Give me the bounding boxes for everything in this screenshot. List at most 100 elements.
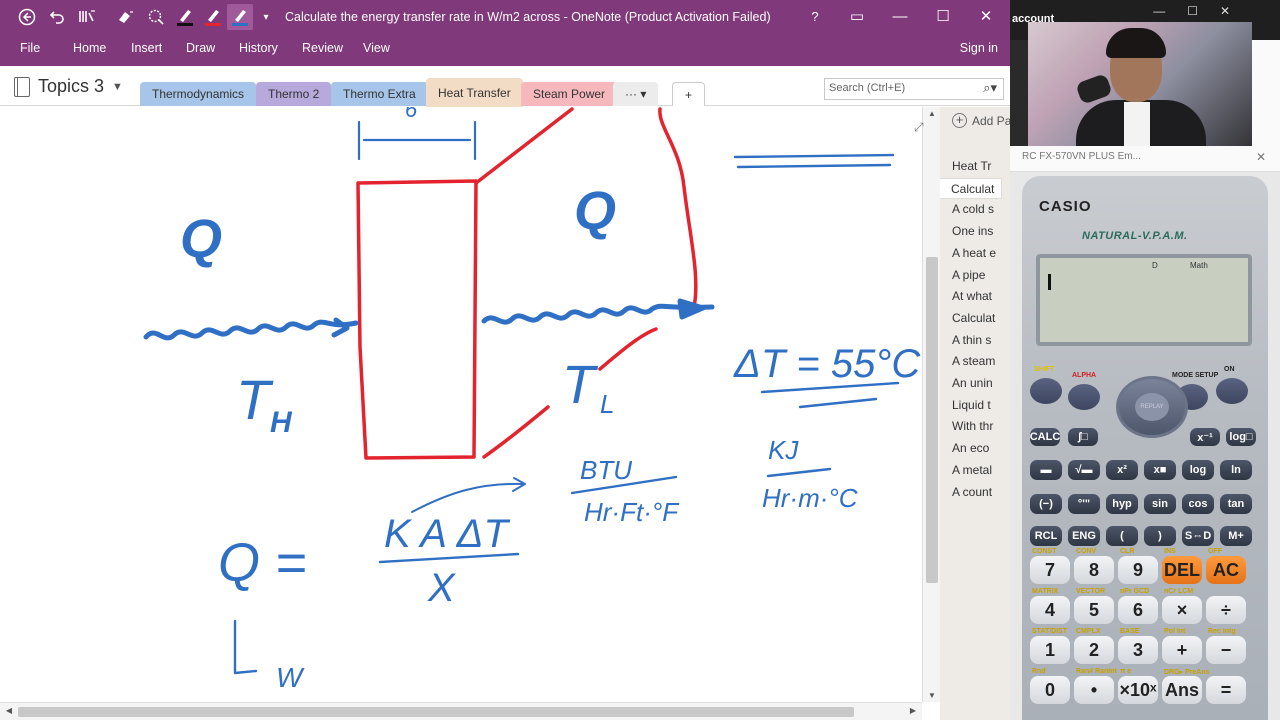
page-item[interactable]: An eco: [940, 438, 1010, 459]
page-item[interactable]: One ins: [940, 221, 1010, 242]
vertical-scroll-thumb[interactable]: [926, 257, 938, 583]
calc-fn-key[interactable]: M+: [1220, 526, 1252, 546]
calc-number-key[interactable]: AC: [1206, 556, 1246, 584]
calc-fn-key[interactable]: log□: [1226, 428, 1256, 446]
add-section-button[interactable]: +: [672, 82, 706, 106]
calc-fn-key[interactable]: x⁻¹: [1190, 428, 1220, 446]
page-item[interactable]: A heat e: [940, 243, 1010, 264]
tab-heat-transfer[interactable]: Heat Transfer: [426, 78, 523, 107]
menu-home[interactable]: Home: [73, 41, 106, 55]
sign-in-link[interactable]: Sign in: [960, 41, 998, 55]
fullscreen-icon[interactable]: ▭: [837, 2, 877, 30]
calc-number-key[interactable]: 0: [1030, 676, 1070, 704]
calc-fn-key[interactable]: √▬: [1068, 460, 1100, 480]
calc-fn-key[interactable]: x■: [1144, 460, 1176, 480]
page-item[interactable]: An unin: [940, 373, 1010, 394]
calc-number-key[interactable]: •: [1074, 676, 1114, 704]
calc-number-key[interactable]: 1: [1030, 636, 1070, 664]
menu-history[interactable]: History: [239, 41, 278, 55]
menu-view[interactable]: View: [363, 41, 390, 55]
calc-number-key[interactable]: 3: [1118, 636, 1158, 664]
calc-number-key[interactable]: 2: [1074, 636, 1114, 664]
note-canvas[interactable]: Q Q T H T L ΔT = 55°C BTU Hr·Ft·°F KJ Hr…: [0, 107, 922, 702]
tab-steam-power[interactable]: Steam Power: [521, 82, 618, 106]
vertical-scrollbar[interactable]: ▲ ▼: [922, 107, 940, 702]
help-button[interactable]: ?: [795, 2, 835, 30]
calc-number-key[interactable]: 4: [1030, 596, 1070, 624]
scroll-up-icon[interactable]: ▲: [923, 109, 941, 118]
expand-icon[interactable]: ⤢: [914, 120, 924, 135]
calc-number-key[interactable]: ×10ˣ: [1118, 676, 1158, 704]
pen-red-icon[interactable]: [200, 4, 226, 30]
scroll-left-icon[interactable]: ◀: [0, 706, 18, 715]
page-item[interactable]: Heat Tr: [940, 156, 1010, 177]
close-icon[interactable]: ✕: [966, 2, 1006, 30]
calc-fn-key[interactable]: °'": [1068, 494, 1100, 514]
on-key[interactable]: [1216, 378, 1248, 404]
menu-review[interactable]: Review: [302, 41, 343, 55]
calc-number-key[interactable]: ×: [1162, 596, 1202, 624]
tab-thermodynamics[interactable]: Thermodynamics: [140, 82, 257, 106]
calc-number-key[interactable]: +: [1162, 636, 1202, 664]
calc-number-key[interactable]: 7: [1030, 556, 1070, 584]
page-item[interactable]: A metal: [940, 460, 1010, 481]
calc-number-key[interactable]: =: [1206, 676, 1246, 704]
menu-insert[interactable]: Insert: [131, 41, 162, 55]
notebook-picker[interactable]: Topics 3 ▼: [14, 76, 123, 97]
menu-file[interactable]: File: [20, 41, 40, 55]
calc-fn-key[interactable]: cos: [1182, 494, 1214, 514]
alpha-key[interactable]: [1068, 384, 1100, 410]
tab-more[interactable]: ··· ▾: [613, 82, 659, 106]
pen-black-icon[interactable]: [172, 4, 198, 30]
page-item[interactable]: Calculat: [940, 177, 1002, 199]
shift-key[interactable]: [1030, 378, 1062, 404]
undo-icon[interactable]: [44, 4, 70, 30]
calc-fn-key[interactable]: (: [1106, 526, 1138, 546]
lasso-select-icon[interactable]: [74, 4, 100, 30]
back-icon[interactable]: [14, 4, 40, 30]
calc-fn-key[interactable]: ▬: [1030, 460, 1062, 480]
calc-number-key[interactable]: DEL: [1162, 556, 1202, 584]
calc-fn-key[interactable]: hyp: [1106, 494, 1138, 514]
calc-number-key[interactable]: 5: [1074, 596, 1114, 624]
horizontal-scrollbar[interactable]: ◀ ▶: [0, 702, 922, 720]
maximize-icon[interactable]: ☐: [923, 2, 963, 30]
calc-fn-key[interactable]: (−): [1030, 494, 1062, 514]
page-item[interactable]: A thin s: [940, 330, 1010, 351]
calc-fn-key[interactable]: tan: [1220, 494, 1252, 514]
replay-dpad[interactable]: REPLAY: [1116, 376, 1188, 438]
page-item[interactable]: A steam: [940, 351, 1010, 372]
eraser-icon[interactable]: [112, 4, 138, 30]
tab-thermo-extra[interactable]: Thermo Extra: [331, 82, 428, 106]
tab-thermo-2[interactable]: Thermo 2: [256, 82, 332, 106]
calc-fn-key[interactable]: RCL: [1030, 526, 1062, 546]
calc-number-key[interactable]: 6: [1118, 596, 1158, 624]
calc-fn-key[interactable]: sin: [1144, 494, 1176, 514]
page-item[interactable]: Calculat: [940, 308, 1010, 329]
calc-number-key[interactable]: Ans: [1162, 676, 1202, 704]
customize-toolbar-icon[interactable]: ▾: [253, 4, 279, 30]
page-item[interactable]: A count: [940, 482, 1010, 503]
calc-number-key[interactable]: −: [1206, 636, 1246, 664]
page-item[interactable]: At what: [940, 286, 1010, 307]
calc-fn-key[interactable]: ): [1144, 526, 1176, 546]
scroll-down-icon[interactable]: ▼: [923, 691, 941, 700]
calc-number-key[interactable]: 9: [1118, 556, 1158, 584]
calc-fn-key[interactable]: log: [1182, 460, 1214, 480]
search-input[interactable]: Search (Ctrl+E) ⌕▾: [824, 78, 1004, 100]
page-item[interactable]: A pipe: [940, 265, 1010, 286]
add-page-button[interactable]: + Add Pa: [952, 113, 1010, 128]
calc-fn-key[interactable]: S⇔D: [1182, 526, 1214, 546]
page-item[interactable]: A cold s: [940, 199, 1010, 220]
calc-number-key[interactable]: 8: [1074, 556, 1114, 584]
calc-fn-key[interactable]: ∫□: [1068, 428, 1098, 446]
calc-fn-key[interactable]: CALC: [1030, 428, 1060, 446]
search-icon[interactable]: ⌕▾: [983, 80, 997, 96]
lasso-icon[interactable]: [143, 4, 169, 30]
pen-blue-icon[interactable]: [227, 4, 253, 30]
minimize-icon[interactable]: —: [880, 2, 920, 30]
page-item[interactable]: Liquid t: [940, 395, 1010, 416]
horizontal-scroll-thumb[interactable]: [18, 707, 854, 717]
page-item[interactable]: With thr: [940, 416, 1010, 437]
scroll-right-icon[interactable]: ▶: [904, 706, 922, 715]
